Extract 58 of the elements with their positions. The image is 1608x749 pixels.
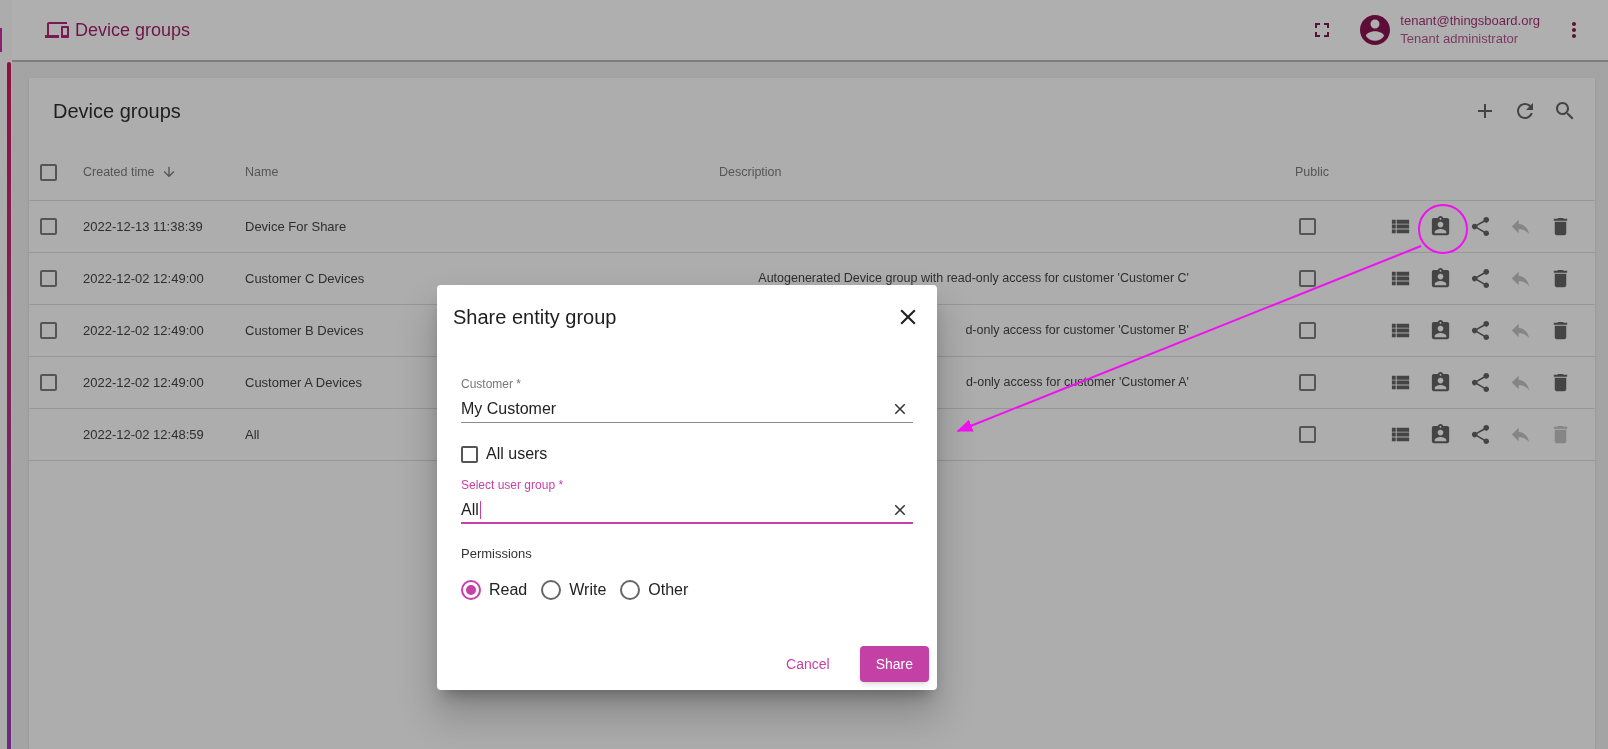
table-cell: Device For Share <box>245 218 347 234</box>
select-field[interactable]: Select user group * All <box>461 476 913 524</box>
table-cell-text: Autogenerated Device group with read-only access for customer 'Customer C' <box>758 270 1189 288</box>
row-checkbox[interactable] <box>40 374 57 391</box>
table-cell: 2022-12-13 11:38:39 <box>83 218 203 234</box>
assign-user-icon[interactable] <box>1429 423 1452 446</box>
all-users-checkbox[interactable] <box>461 445 478 463</box>
share-icon[interactable] <box>1469 319 1492 342</box>
table-cell: 2022-12-02 12:49:00 <box>83 270 204 286</box>
highlight-circle <box>1418 204 1468 254</box>
menu-marker <box>0 28 2 52</box>
row-checkbox[interactable] <box>40 322 57 339</box>
assign-user-icon[interactable] <box>1429 371 1452 394</box>
share-icon[interactable] <box>1469 215 1492 238</box>
checkbox-label: All users <box>486 444 548 464</box>
user-role: Tenant administrator <box>1400 30 1520 48</box>
field-value: All <box>461 500 479 520</box>
text-caret <box>479 501 481 519</box>
public-checkbox[interactable] <box>1299 322 1316 339</box>
table-cell: 2022-12-02 12:48:59 <box>83 426 204 442</box>
share-icon[interactable] <box>1469 371 1492 394</box>
radio-option[interactable]: Other <box>620 577 689 602</box>
column-header[interactable]: Name <box>245 162 279 182</box>
user-email: tenant@thingsboard.org <box>1400 12 1540 30</box>
share-button[interactable]: Share <box>859 646 929 682</box>
table-cell: 2022-12-02 12:49:00 <box>83 374 204 390</box>
share-icon[interactable] <box>1469 267 1492 290</box>
table-cell-text: d-only access for customer 'Customer B' <box>965 322 1189 340</box>
public-checkbox[interactable] <box>1299 374 1316 391</box>
table-cell: Customer A Devices <box>245 374 363 390</box>
dialog-title: Share entity group <box>453 305 617 330</box>
assign-user-icon[interactable] <box>1429 215 1452 238</box>
public-checkbox[interactable] <box>1299 426 1316 443</box>
radio-option[interactable]: Read <box>461 577 528 602</box>
cancel-button[interactable]: Cancel <box>770 646 846 682</box>
public-checkbox[interactable] <box>1299 270 1316 287</box>
field-label: Select user group * <box>461 478 564 492</box>
column-header[interactable]: Created time <box>83 162 155 182</box>
radio-option[interactable]: Write <box>541 577 607 602</box>
table-cell: All <box>245 426 260 442</box>
table-cell: Customer C Devices <box>245 270 365 286</box>
page-title: Device groups <box>75 18 191 42</box>
field-label: Customer * <box>461 377 522 391</box>
public-checkbox[interactable] <box>1299 218 1316 235</box>
share-icon[interactable] <box>1469 423 1492 446</box>
permissions-label: Permissions <box>461 545 532 563</box>
column-header[interactable]: Description <box>719 162 782 182</box>
select-field[interactable]: Customer * My Customer <box>461 375 913 423</box>
table-cell: Customer B Devices <box>245 322 364 338</box>
card-title: Device groups <box>53 99 181 124</box>
row-checkbox[interactable] <box>40 270 57 287</box>
table-cell: 2022-12-02 12:49:00 <box>83 322 204 338</box>
assign-user-icon[interactable] <box>1429 319 1452 342</box>
assign-user-icon[interactable] <box>1429 267 1452 290</box>
row-checkbox[interactable] <box>40 218 57 235</box>
field-value: My Customer <box>461 399 557 419</box>
select-all-checkbox[interactable] <box>40 163 57 181</box>
column-header[interactable]: Public <box>1295 162 1330 182</box>
